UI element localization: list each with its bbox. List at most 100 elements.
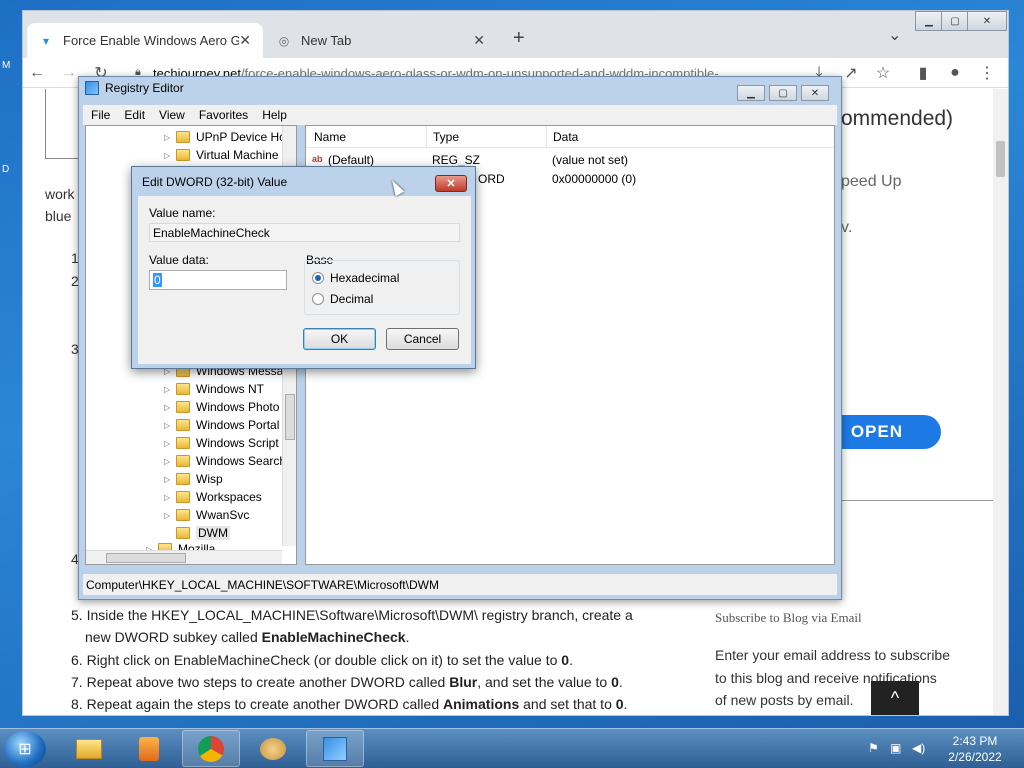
ok-button[interactable]: OK [303,328,376,350]
tree-item[interactable]: ▷ Wisp [164,470,223,488]
expand-icon[interactable]: ▷ [164,403,174,412]
step-number: 6. [71,652,83,668]
reg-close-button[interactable]: ✕ [801,85,829,101]
registry-editor-titlebar: Registry Editor [85,81,184,95]
close-tab-icon[interactable]: ✕ [473,32,485,49]
string-value-icon: ab [312,154,323,164]
back-icon[interactable]: ← [27,63,47,83]
explorer-taskbar-icon[interactable] [60,730,118,767]
expand-icon[interactable]: ▷ [164,493,174,502]
folder-icon [176,419,190,431]
tree-item[interactable]: ▷ Windows Script [164,434,279,452]
desktop-icon-fragment: D [2,164,10,175]
back-to-top-button[interactable]: ^ [871,681,919,715]
expand-icon[interactable]: ▷ [164,457,174,466]
network-icon[interactable]: ▣ [890,741,901,755]
action-center-icon[interactable]: ⚑ [868,741,879,755]
value-data-input[interactable]: 0 [149,270,287,290]
system-clock[interactable]: 2:43 PM 2/26/2022 [930,733,1020,765]
page-scrollbar[interactable] [993,89,1008,715]
tree-item[interactable]: ▷ Windows Search [164,452,286,470]
expand-icon[interactable]: ▷ [164,421,174,430]
dialog-body: Value name: EnableMachineCheck Value dat… [138,196,471,364]
expand-icon[interactable]: ▷ [164,475,174,484]
expand-icon[interactable]: ▷ [164,151,174,160]
folder-icon [176,383,190,395]
share-icon[interactable]: ↗ [841,63,861,83]
tree-item[interactable]: ▷ Workspaces [164,488,262,506]
tab-title: New Tab [301,33,352,48]
expand-icon[interactable]: ▷ [164,385,174,394]
decimal-radio[interactable]: Decimal [312,292,373,306]
dialog-close-button[interactable]: ✕ [435,175,467,192]
subscribe-text: of new posts by email. [715,692,854,708]
close-window-button[interactable]: ✕ [967,11,1007,31]
menu-favorites[interactable]: Favorites [199,108,248,122]
menu-view[interactable]: View [159,108,185,122]
tree-hscroll-thumb[interactable] [106,553,186,563]
step-number: 7. [71,674,83,690]
close-tab-icon[interactable]: ✕ [239,32,251,49]
menu-edit[interactable]: Edit [124,108,145,122]
reg-maximize-button[interactable]: ▢ [769,85,797,101]
maximize-button[interactable]: ▢ [941,11,969,31]
tree-item[interactable]: ▷ Windows NT [164,380,264,398]
tree-item[interactable]: ▷ Windows Photo [164,398,279,416]
column-header-name[interactable]: Name [306,126,426,148]
tree-item-label: Workspaces [196,490,262,504]
tree-item-label: WwanSvc [196,508,250,522]
step-text: . [623,696,628,712]
volume-icon[interactable]: ◀) [912,741,925,755]
window-title: Registry Editor [105,81,184,95]
value-name-field: EnableMachineCheck [149,223,460,242]
tab-force-enable-aero[interactable]: ▾ Force Enable Windows Aero Glas ✕ [27,23,263,58]
tree-item[interactable]: ▷ WwanSvc [164,506,249,524]
forward-icon[interactable]: → [59,63,79,83]
taskbar: ⊞ ⚑ ▣ ◀) 2:43 PM 2/26/2022 [0,728,1024,768]
column-header-data[interactable]: Data [546,126,834,148]
bookmark-star-icon[interactable]: ☆ [873,63,893,83]
tree-item[interactable]: ▷ Virtual Machine [164,146,279,164]
start-button[interactable]: ⊞ [4,731,46,767]
reg-minimize-button[interactable]: ▁ [737,85,765,101]
expand-icon[interactable]: ▷ [164,439,174,448]
column-header-type[interactable]: Type [426,126,546,148]
step-text: and set that to [519,696,616,712]
expand-icon[interactable]: ▷ [164,133,174,142]
tree-scrollbar-thumb[interactable] [285,394,295,440]
paint-taskbar-icon[interactable] [244,730,302,767]
step-text: new DWORD subkey called [85,629,262,645]
menu-file[interactable]: File [91,108,110,122]
folder-icon [176,491,190,503]
tree-item-label: Windows Photo [196,400,280,414]
tab-search-icon[interactable]: ⌄ [888,25,901,45]
expand-icon[interactable]: ▷ [164,511,174,520]
tree-item-label: Windows NT [196,382,265,396]
value-name-cell[interactable]: (Default) [328,153,374,167]
minimize-button[interactable]: ▁ [915,11,943,31]
step-number: 5. [71,607,83,623]
page-scrollbar-thumb[interactable] [996,141,1005,177]
menu-icon[interactable]: ⋮ [977,63,997,83]
tab-new-tab[interactable]: ◎ New Tab ✕ [265,23,497,58]
folder-icon [176,473,190,485]
menu-help[interactable]: Help [262,108,287,122]
tree-item[interactable]: ▷ UPnP Device Hc [164,128,285,146]
regedit-taskbar-icon[interactable] [306,730,364,767]
new-tab-button[interactable]: + [513,27,525,50]
side-panel-icon[interactable]: ▮ [913,63,933,83]
tree-item-label: Windows Portal [196,418,280,432]
tree-item[interactable]: ▷ Windows Portal [164,416,279,434]
base-groupbox [304,260,460,315]
step-number: 8. [71,696,83,712]
tree-horizontal-scrollbar[interactable] [86,550,282,564]
media-player-taskbar-icon[interactable] [120,730,178,767]
cancel-button[interactable]: Cancel [386,328,459,350]
step-bold: 0 [561,652,570,668]
profile-icon[interactable]: ● [945,63,965,83]
chrome-taskbar-icon[interactable] [182,730,240,767]
clock-time: 2:43 PM [952,734,998,748]
value-name-label: Value name: [149,206,216,220]
step-text: , and set the value to [477,674,612,690]
hexadecimal-radio[interactable]: Hexadecimal [312,271,399,285]
